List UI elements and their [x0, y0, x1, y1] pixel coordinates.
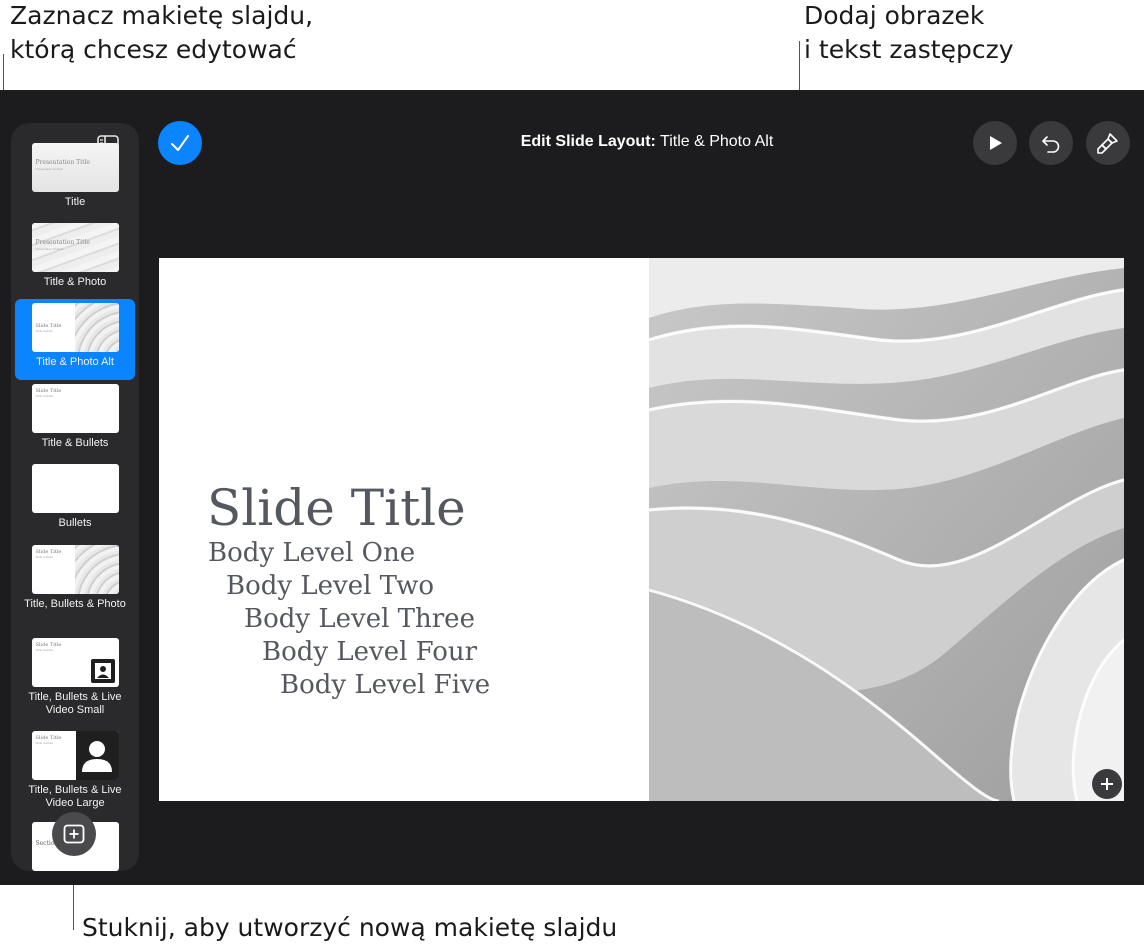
abstract-wave-photo — [649, 258, 1124, 801]
undo-icon — [1042, 136, 1060, 153]
layout-label: Title & Photo Alt — [36, 356, 114, 368]
thumb-subtitle: Slide Subtitle — [35, 394, 54, 398]
layout-editor-layout-name: Title & Photo Alt — [660, 133, 774, 150]
layout-thumbnail: Slide Title Slide Subtitle — [31, 384, 119, 433]
undo-button[interactable] — [1029, 121, 1073, 165]
format-button[interactable] — [1086, 121, 1130, 165]
person-icon — [94, 663, 111, 679]
layout-label: Title, Bullets & Live Video Large — [28, 784, 122, 809]
body-level-two[interactable]: Body Level Two — [226, 570, 434, 603]
callout-select-layout: Zaznacz makietę slajdu, którą chcesz edy… — [10, 1, 314, 64]
layout-thumbnail — [31, 464, 119, 513]
layout-thumbnail: Slide Title Slide Subtitle — [31, 545, 119, 594]
add-layout-button[interactable] — [52, 812, 96, 856]
callout-create-layout: Stuknij, aby utworzyć nową makietę slajd… — [82, 913, 618, 942]
layout-item-title-bullets[interactable]: Slide Title Slide Subtitle Title & Bulle… — [15, 380, 135, 450]
play-icon — [990, 136, 1002, 150]
thumb-subtitle: Slide Subtitle — [35, 648, 54, 652]
body-level-one[interactable]: Body Level One — [208, 537, 415, 570]
thumb-subtitle: Slide Subtitle — [35, 555, 54, 559]
thumb-title: Presentation Title — [35, 159, 90, 166]
layout-item-title-bullets-photo[interactable]: Slide Title Slide Subtitle Title, Bullet… — [15, 541, 135, 611]
callout-add-placeholders: Dodaj obrazek i tekst zastępczy — [804, 1, 1014, 64]
layout-thumbnail: Slide Title Slide Subtitle — [31, 731, 119, 780]
layout-item-bullets[interactable]: Bullets — [15, 460, 135, 530]
thumb-title: Presentation Title — [35, 239, 90, 246]
play-button[interactable] — [973, 121, 1017, 165]
plus-square-icon — [63, 824, 85, 844]
thumb-subtitle: Slide Subtitle — [35, 741, 54, 745]
layout-editor-title-prefix: Edit Slide Layout: — [520, 133, 656, 150]
layout-item-title-photo[interactable]: Presentation Title Presentation Subtitle… — [15, 219, 135, 289]
layout-label: Title & Photo — [43, 276, 107, 288]
layout-item-live-video-large[interactable]: Slide Title Slide Subtitle Title, Bullet… — [15, 727, 135, 810]
layout-item-title-photo-alt[interactable]: Slide Title Slide Subtitle Title & Photo… — [15, 299, 135, 380]
layout-label: Title & Bullets — [41, 437, 109, 449]
layout-thumbnail: Slide Title Slide Subtitle — [31, 303, 119, 352]
layout-label: Title, Bullets & Live Video Small — [28, 691, 122, 716]
layout-label: Title — [64, 196, 86, 208]
thumb-subtitle: Slide Subtitle — [35, 329, 54, 333]
body-level-five[interactable]: Body Level Five — [280, 669, 490, 702]
thumb-photo — [74, 303, 119, 352]
thumb-subtitle: Presentation Subtitle — [35, 247, 64, 251]
thumb-photo — [74, 545, 119, 594]
layout-thumbnail: Slide Title Slide Subtitle — [31, 638, 119, 687]
slide-title-placeholder[interactable]: Slide Title — [207, 480, 466, 536]
keynote-screen: Presentation Title Presentation Subtitle… — [0, 90, 1144, 885]
paintbrush-icon — [1097, 133, 1118, 154]
layout-sidebar: Presentation Title Presentation Subtitle… — [11, 123, 139, 871]
layout-label: Title, Bullets & Photo — [24, 598, 126, 610]
plus-icon — [1101, 778, 1113, 790]
thumb-subtitle: Presentation Subtitle — [35, 167, 64, 171]
body-level-four[interactable]: Body Level Four — [262, 636, 477, 669]
person-icon — [82, 741, 112, 772]
layout-item-live-video-small[interactable]: Slide Title Slide Subtitle Title, Bullet… — [15, 634, 135, 717]
live-video-placeholder — [75, 731, 119, 780]
layout-thumbnail: Presentation Title Presentation Subtitle — [31, 223, 119, 272]
add-media-button[interactable] — [1092, 769, 1122, 799]
body-level-three[interactable]: Body Level Three — [244, 603, 475, 636]
live-video-placeholder — [90, 659, 115, 683]
layout-label: Bullets — [58, 517, 92, 529]
photo-placeholder[interactable] — [649, 258, 1124, 801]
slide-canvas[interactable]: Slide Title Body Level One Body Level Tw… — [159, 258, 1124, 801]
